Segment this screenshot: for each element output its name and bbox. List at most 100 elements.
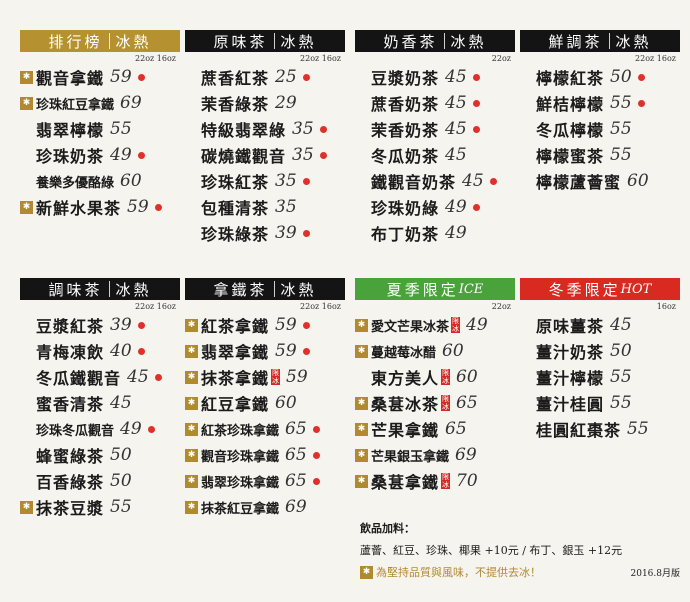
hot-available-dot-icon (312, 425, 320, 433)
menu-item: 百香綠茶 50 (20, 468, 180, 494)
section-temperature: 冰熱 (450, 32, 487, 51)
item-price: 35 (275, 171, 297, 191)
menu-item: 鐵觀音奶茶 45 (355, 168, 515, 194)
item-price: 55 (610, 145, 632, 165)
menu-item: ✱ 桑葚拿鐵 限冰 70 (355, 468, 515, 494)
hot-available-dot-icon (154, 203, 162, 211)
ice-only-badge: 限冰 (441, 395, 451, 411)
item-price: 55 (110, 119, 132, 139)
section-temperature: 冰熱 (280, 280, 317, 299)
item-name: 珍珠綠茶 (201, 225, 270, 244)
asterisk-icon: ✱ (355, 396, 368, 410)
item-price: 59 (110, 67, 132, 87)
section-title: 排行榜 (48, 32, 103, 51)
item-name: 新鮮水果茶 (36, 199, 122, 218)
hot-available-dot-icon (302, 229, 310, 237)
item-name: 芒果銀玉拿鐵 (371, 449, 450, 465)
header-divider (443, 33, 445, 49)
item-price: 45 (610, 315, 632, 335)
header-divider (108, 33, 110, 49)
menu-item: ✱ 抹茶拿鐵 限冰 59 (185, 364, 345, 390)
menu-board: 排行榜 冰熱 22oz 16oz ✱ 觀音拿鐵 59 ✱ 珍珠紅豆拿鐵 69 翡翠檸檬 55 珍珠奶茶… (0, 0, 690, 602)
item-price: 29 (275, 93, 297, 113)
section-title: 拿鐵茶 (213, 280, 268, 299)
item-name: 茉香綠茶 (201, 95, 270, 114)
menu-item: 檸檬蘆薈蜜 60 (520, 168, 680, 194)
size-labels: 16oz (656, 302, 676, 311)
asterisk-icon: ✱ (185, 448, 198, 462)
item-name: 抹茶豆漿 (36, 499, 105, 518)
menu-item: ✱ 觀音珍珠拿鐵 65 (185, 442, 345, 468)
item-name: 冬瓜鐵觀音 (36, 369, 122, 388)
hot-available-dot-icon (472, 99, 480, 107)
menu-item: ✱ 新鮮水果茶 59 (20, 194, 180, 220)
section-temperature: HOT (620, 281, 652, 297)
item-name: 紅茶拿鐵 (201, 317, 270, 336)
no-ice-note: 為堅持品質與風味，不提供去冰！ (376, 566, 541, 579)
menu-item: 布丁奶茶 49 (355, 220, 515, 246)
item-name: 桑葚拿鐵 (371, 473, 440, 492)
size-labels: 22oz 16oz (635, 54, 676, 63)
asterisk-icon: ✱ (185, 370, 198, 384)
menu-item: 薑汁檸檬 55 (520, 364, 680, 390)
asterisk-icon: ✱ (355, 318, 368, 332)
item-name: 冬瓜奶茶 (371, 147, 440, 166)
menu-item: 珍珠奶綠 49 (355, 194, 515, 220)
item-price: 55 (610, 393, 632, 413)
item-price: 65 (445, 419, 467, 439)
item-name: 觀音珍珠拿鐵 (201, 449, 280, 465)
item-price: 55 (610, 119, 632, 139)
asterisk-icon: ✱ (355, 448, 368, 462)
item-price: 50 (110, 445, 132, 465)
item-name: 豆漿紅茶 (36, 317, 105, 336)
menu-item: ✱ 紅茶拿鐵 59 (185, 312, 345, 338)
addon-note-row: ✱ 為堅持品質與風味，不提供去冰！ 2016.8月版 (360, 564, 680, 580)
item-price: 50 (610, 67, 632, 87)
menu-item: ✱ 觀音拿鐵 59 (20, 64, 180, 90)
section-title: 冬季限定 (548, 280, 621, 299)
section-header: 拿鐵茶 冰熱 (185, 278, 345, 300)
section-header: 調味茶 冰熱 (20, 278, 180, 300)
item-name: 珍珠奶茶 (36, 147, 105, 166)
item-name: 百香綠茶 (36, 473, 105, 492)
item-name: 蜜香清茶 (36, 395, 105, 414)
item-price: 65 (456, 393, 478, 413)
item-name: 檸檬紅茶 (536, 69, 605, 88)
item-price: 59 (275, 341, 297, 361)
item-name: 芒果拿鐵 (371, 421, 440, 440)
item-name: 冬瓜檸檬 (536, 121, 605, 140)
size-labels: 22oz 16oz (135, 54, 176, 63)
item-name: 桑葚冰茶 (371, 395, 440, 414)
asterisk-icon: ✱ (185, 500, 198, 514)
item-price: 55 (110, 497, 132, 517)
item-name: 珍珠紅豆拿鐵 (36, 97, 115, 113)
item-price: 60 (275, 393, 297, 413)
item-name: 鮮桔檸檬 (536, 95, 605, 114)
item-name: 愛文芒果冰茶 (371, 319, 450, 335)
hot-available-dot-icon (137, 73, 145, 81)
menu-item: 冬瓜奶茶 45 (355, 142, 515, 168)
item-price: 65 (285, 471, 307, 491)
item-price: 69 (120, 93, 142, 113)
menu-item: 蔗香紅茶 25 (185, 64, 345, 90)
menu-item: ✱ 愛文芒果冰茶 限冰 49 (355, 312, 515, 338)
section-temperature: 冰熱 (280, 32, 317, 51)
item-name: 觀音拿鐵 (36, 69, 105, 88)
hot-available-dot-icon (302, 321, 310, 329)
item-name: 原味薑茶 (536, 317, 605, 336)
asterisk-icon: ✱ (185, 474, 198, 488)
menu-item: 特級翡翠綠 35 (185, 116, 345, 142)
menu-item: 珍珠冬瓜觀音 49 (20, 416, 180, 442)
hot-available-dot-icon (137, 347, 145, 355)
menu-item: 蜜香清茶 45 (20, 390, 180, 416)
asterisk-icon: ✱ (20, 500, 33, 514)
menu-item: ✱ 翡翠拿鐵 59 (185, 338, 345, 364)
section-header: 鮮調茶 冰熱 (520, 30, 680, 52)
menu-item: ✱ 紅豆拿鐵 60 (185, 390, 345, 416)
menu-item: 冬瓜鐵觀音 45 (20, 364, 180, 390)
asterisk-icon: ✱ (20, 200, 33, 214)
size-labels: 22oz (491, 54, 511, 63)
menu-item: 豆漿奶茶 45 (355, 64, 515, 90)
item-name: 翡翠檸檬 (36, 121, 105, 140)
menu-item: 蔗香奶茶 45 (355, 90, 515, 116)
